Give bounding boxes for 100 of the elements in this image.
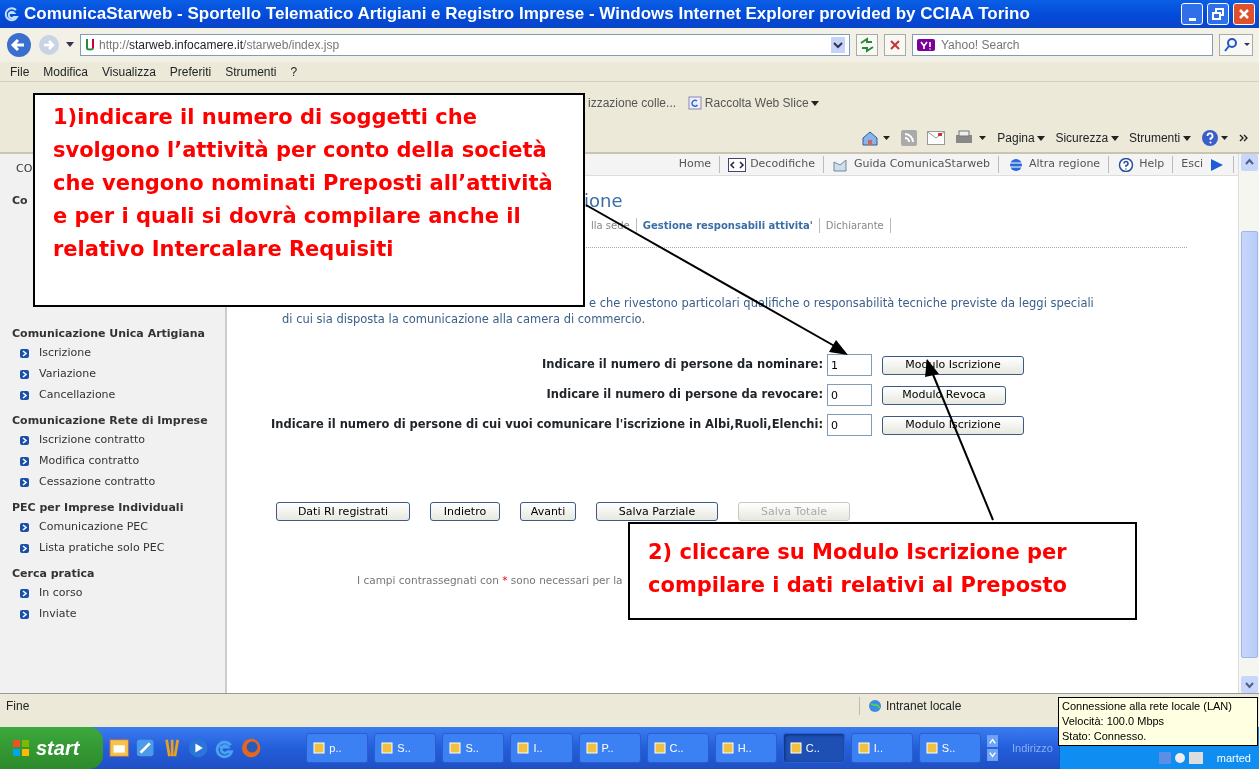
window-title: ComunicaStarweb - Sportello Telematico Artigiani e Registro Imprese - Windows Internet Explorer provided by CCIAA Torino: [24, 3, 1031, 26]
yahoo-logo-icon: [917, 39, 935, 51]
number-field[interactable]: 0: [827, 384, 872, 406]
caret-icon: [1183, 135, 1191, 141]
number-field[interactable]: 1: [827, 354, 872, 376]
caret-icon: [811, 100, 820, 106]
back-icon[interactable]: [6, 32, 32, 58]
scroll-down-icon[interactable]: [1240, 676, 1258, 693]
help-icon[interactable]: [1201, 129, 1229, 147]
number-field[interactable]: 0: [827, 414, 872, 436]
start-button[interactable]: start: [0, 727, 104, 769]
clock-text: marted: [1216, 750, 1251, 766]
bullet-arrow-icon: [20, 610, 29, 619]
taskbar-button[interactable]: S..: [918, 733, 981, 763]
action-button[interactable]: Dati RI registrati: [276, 502, 410, 521]
minimize-icon: [1188, 17, 1196, 21]
menu-item[interactable]: Preferiti: [169, 62, 212, 81]
toolbar-link[interactable]: Altra regione: [998, 156, 1110, 173]
taskbar-button[interactable]: C..: [782, 733, 845, 763]
sidebar-link[interactable]: Inviate: [12, 604, 225, 625]
action-button[interactable]: Salva Parziale: [596, 502, 718, 521]
caret-icon: [1037, 135, 1046, 141]
taskbar-button[interactable]: p..: [306, 733, 369, 763]
close-button[interactable]: [1233, 3, 1255, 25]
address-label: Indirizzo: [1012, 740, 1053, 756]
callout-note: 2) cliccare su Modulo Iscrizione per compilare i dati relativi al Preposto: [628, 522, 1137, 620]
bullet-arrow-icon: [20, 478, 29, 487]
bullet-arrow-icon: [20, 436, 29, 445]
callout-note: 1)indicare il numero di soggetti che svolgono l’attività per conto della società che vengono nominati Preposti all’attività e per i quali si dovrà compilare anche il relativo Intercalare Requisiti: [33, 93, 585, 307]
window-icon: [789, 742, 802, 754]
toolbar-link[interactable]: Home: [670, 156, 721, 173]
menu-item[interactable]: Strumenti: [225, 62, 277, 81]
taskbar-button[interactable]: S..: [442, 733, 505, 763]
taskbar-button[interactable]: I..: [510, 733, 573, 763]
menu-item[interactable]: ?: [290, 62, 298, 81]
toolbar-link[interactable]: Guida ComunicaStarweb: [823, 156, 999, 173]
favorites-link[interactable]: Raccolta Web Slice: [688, 94, 820, 112]
taskbar-button[interactable]: P..: [578, 733, 641, 763]
stop-icon[interactable]: [884, 34, 906, 56]
command-menu[interactable]: Strumenti: [1128, 129, 1191, 147]
taskbar-button[interactable]: C..: [646, 733, 709, 763]
command-menu[interactable]: Pagina: [997, 129, 1046, 147]
refresh-icon[interactable]: [856, 34, 878, 56]
globe-icon: [868, 698, 882, 713]
bullet-arrow-icon: [20, 349, 29, 358]
status-text: Fine: [6, 697, 30, 715]
sidebar-link[interactable]: Variazione: [12, 364, 225, 385]
toolbar-link[interactable]: Decodifiche: [720, 156, 824, 173]
minimize-button[interactable]: [1181, 3, 1203, 25]
favorites-link[interactable]: izzazione colle...: [588, 94, 677, 112]
sidebar-link[interactable]: Comunicazione PEC: [12, 517, 225, 538]
scrollbar[interactable]: [1238, 154, 1259, 693]
chevron-icon[interactable]: [1239, 133, 1249, 143]
calendar-icon[interactable]: [109, 737, 130, 759]
menu-item[interactable]: File: [10, 62, 30, 81]
restore-icon: [1212, 8, 1224, 20]
url-text: http://starweb.infocamere.it/starweb/index.jsp: [99, 37, 340, 54]
window-icon: [449, 742, 462, 754]
search-icon[interactable]: [1219, 34, 1253, 56]
sidebar-link[interactable]: Cessazione contratto: [12, 472, 225, 493]
taskbar-button[interactable]: H..: [714, 733, 777, 763]
bullet-arrow-icon: [20, 391, 29, 400]
menu-item[interactable]: Visualizza: [102, 62, 156, 81]
scroll-arrows-icon[interactable]: [986, 734, 998, 762]
mail-icon[interactable]: [927, 131, 946, 145]
bullet-arrow-icon: [20, 370, 29, 379]
sidebar-link[interactable]: Iscrizione contratto: [12, 430, 225, 451]
menu-item[interactable]: Modifica: [43, 62, 89, 81]
sidebar-text: CO: [16, 161, 33, 177]
pencil-icon[interactable]: [135, 737, 156, 759]
bullet-arrow-icon: [20, 457, 29, 466]
help-icon: [1117, 157, 1136, 172]
breadcrumb-link[interactable]: Gestione responsabili attivita': [642, 218, 813, 233]
play-icon[interactable]: [188, 737, 209, 759]
zone-text: Intranet locale: [886, 697, 962, 715]
home-icon[interactable]: [861, 130, 892, 146]
action-button[interactable]: Avanti: [520, 502, 576, 521]
action-button[interactable]: Indietro: [430, 502, 500, 521]
search-field[interactable]: Yahoo! Search: [912, 34, 1213, 56]
toolbar-link[interactable]: Esci: [1173, 156, 1234, 173]
scroll-up-icon[interactable]: [1240, 154, 1258, 171]
sidebar-link[interactable]: Modifica contratto: [12, 451, 225, 472]
sidebar-link[interactable]: Lista pratiche solo PEC: [12, 538, 225, 559]
close-icon: [1238, 8, 1250, 20]
sidebar-link[interactable]: Iscrizione: [12, 343, 225, 364]
taskbar-button[interactable]: S..: [374, 733, 437, 763]
window-icon: [517, 742, 530, 754]
restore-button[interactable]: [1207, 3, 1229, 25]
command-menu[interactable]: Sicurezza: [1055, 129, 1119, 147]
sidebar-link[interactable]: In corso: [12, 583, 225, 604]
caret-icon: [1110, 135, 1119, 141]
tooltip-line: Connessione alla rete locale (LAN): [1062, 699, 1233, 714]
printer-icon[interactable]: [955, 130, 988, 146]
sidebar-link[interactable]: Cancellazione: [12, 385, 225, 406]
tooltip-line: Stato: Connesso.: [1062, 729, 1148, 744]
toolbar-link[interactable]: Help: [1109, 156, 1174, 173]
taskbar-button[interactable]: I..: [850, 733, 913, 763]
breadcrumb-link[interactable]: Dichiarante: [825, 218, 884, 233]
dropdown-arrow-icon[interactable]: [66, 42, 74, 48]
address-field[interactable]: http://starweb.infocamere.it/starweb/index.jsp: [80, 34, 850, 56]
